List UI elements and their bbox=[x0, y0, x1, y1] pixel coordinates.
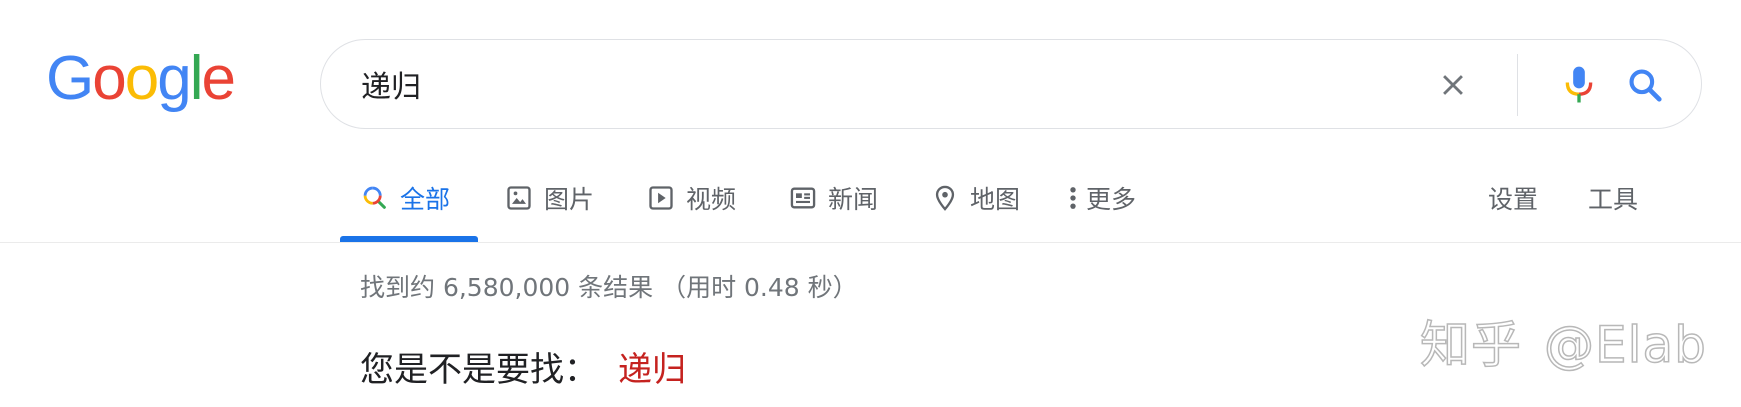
tab-label: 视频 bbox=[686, 185, 737, 214]
tab-label: 更多 bbox=[1086, 185, 1137, 214]
spelling-suggestion: 您是不是要找： 递归 bbox=[360, 342, 686, 391]
more-vert-icon bbox=[1064, 183, 1082, 213]
search-submit-button[interactable] bbox=[1617, 57, 1673, 113]
map-pin-icon bbox=[930, 183, 960, 213]
result-stats: 找到约 6,580,000 条结果 （用时 0.48 秒） bbox=[360, 273, 858, 302]
watermark-user: @Elab bbox=[1543, 315, 1707, 375]
tab-label: 图片 bbox=[544, 185, 595, 214]
logo-letter: l bbox=[189, 44, 204, 113]
tab-news[interactable]: 新闻 bbox=[788, 170, 878, 226]
logo-letter: o bbox=[92, 44, 127, 113]
news-icon bbox=[788, 183, 818, 213]
tab-maps[interactable]: 地图 bbox=[930, 170, 1020, 226]
tab-videos[interactable]: 视频 bbox=[646, 170, 736, 226]
settings-label: 设置 bbox=[1488, 185, 1539, 214]
tab-images[interactable]: 图片 bbox=[504, 170, 594, 226]
logo-letter: g bbox=[157, 44, 192, 113]
video-icon bbox=[646, 183, 676, 213]
watermark-site: 知乎 bbox=[1419, 315, 1522, 375]
did-you-mean-label: 您是不是要找： bbox=[360, 350, 598, 390]
tab-all[interactable]: 全部 bbox=[360, 170, 450, 226]
settings-link[interactable]: 设置 bbox=[1488, 170, 1538, 226]
tools-label: 工具 bbox=[1588, 185, 1639, 214]
clear-search-button[interactable] bbox=[1427, 59, 1479, 111]
suggested-query-link[interactable]: 递归 bbox=[618, 350, 686, 390]
logo-letter: e bbox=[201, 44, 236, 113]
search-box-divider bbox=[1517, 54, 1518, 116]
tab-more[interactable]: 更多 bbox=[1064, 170, 1136, 226]
close-icon bbox=[1443, 75, 1463, 95]
image-icon bbox=[504, 183, 534, 213]
search-input[interactable] bbox=[361, 60, 1361, 108]
voice-search-button[interactable] bbox=[1551, 57, 1607, 113]
search-icon bbox=[1629, 69, 1662, 102]
tools-link[interactable]: 工具 bbox=[1588, 170, 1638, 226]
tab-label: 新闻 bbox=[828, 185, 879, 214]
tab-label: 全部 bbox=[400, 185, 451, 214]
google-logo[interactable]: Google bbox=[46, 44, 236, 114]
header-divider bbox=[0, 242, 1741, 243]
zhihu-watermark: 知乎 @Elab bbox=[1419, 305, 1707, 377]
search-box[interactable] bbox=[320, 39, 1702, 129]
tab-label: 地图 bbox=[970, 185, 1021, 214]
logo-letter: G bbox=[46, 44, 94, 113]
search-icon bbox=[360, 183, 390, 213]
microphone-icon bbox=[1565, 66, 1593, 103]
logo-letter: o bbox=[124, 44, 160, 113]
